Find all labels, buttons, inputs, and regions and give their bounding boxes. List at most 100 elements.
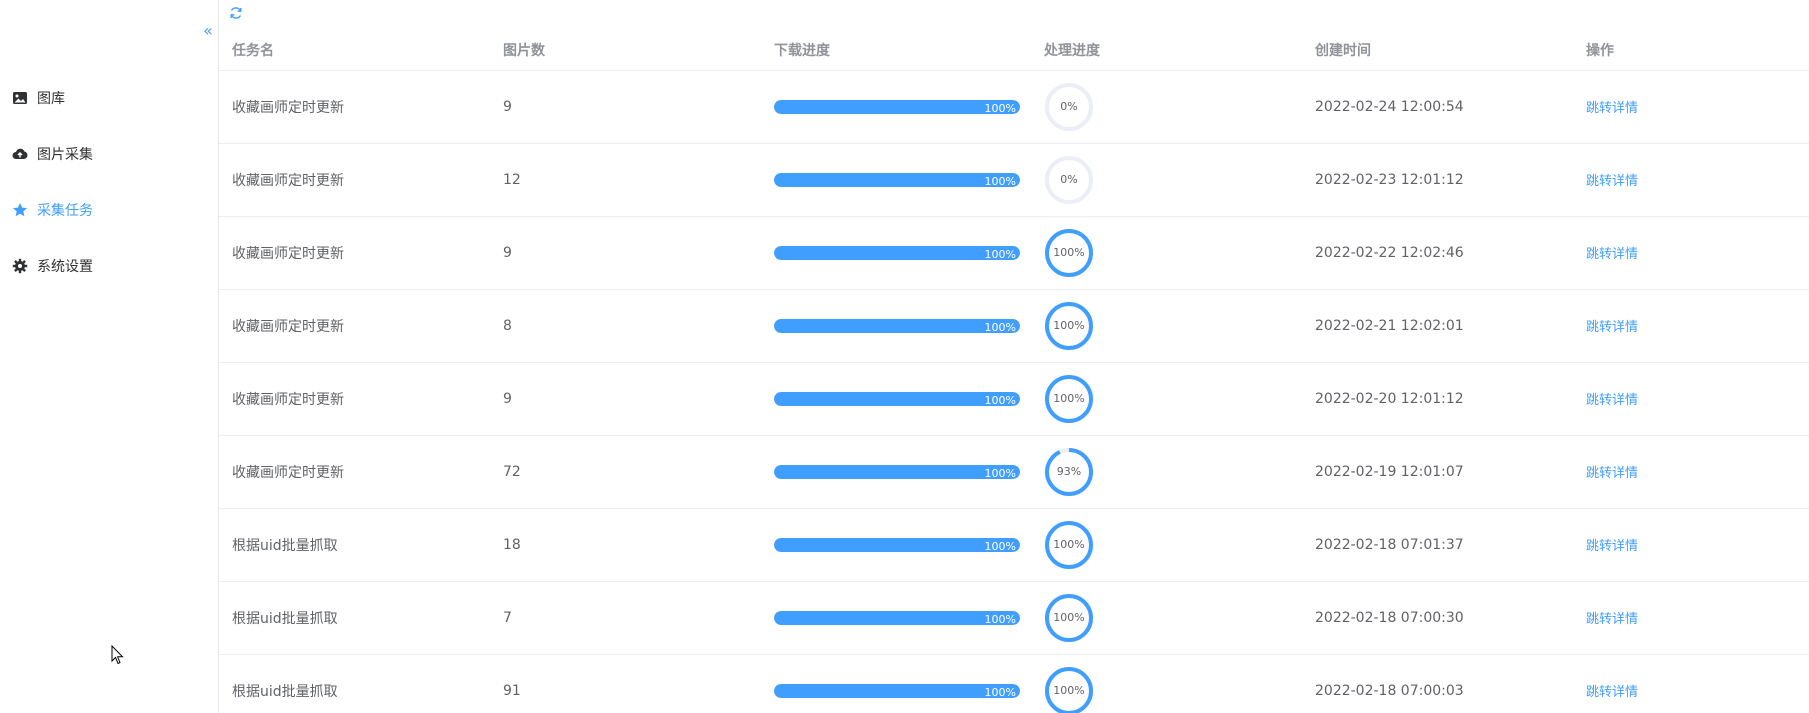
task-name-cell: 收藏画师定时更新: [219, 70, 490, 144]
download-progress-bar: 100%: [774, 683, 1020, 698]
download-progress-cell: 100%: [761, 581, 1031, 655]
download-progress-label: 100%: [984, 466, 1016, 479]
table-row: 收藏画师定时更新 9 100% 100% 2022-02-22 12:02:46 跳转详情: [219, 216, 1809, 290]
task-name-cell: 收藏画师定时更新: [219, 289, 490, 363]
sidebar-item-label: 图库: [37, 91, 65, 107]
download-progress-label: 100%: [984, 685, 1016, 698]
view-details-link[interactable]: 跳转详情: [1586, 320, 1638, 335]
image-count-cell: 8: [490, 289, 761, 363]
process-progress-cell: 100%: [1031, 289, 1302, 363]
image-count-cell: 9: [490, 70, 761, 144]
task-name-cell: 收藏画师定时更新: [219, 143, 490, 217]
process-progress-circle: 100%: [1044, 593, 1094, 643]
download-progress-fill: 100%: [774, 318, 1020, 333]
table-row: 根据uid批量抓取 18 100% 100% 2022-02-18 07:01:37 跳转…: [219, 508, 1809, 582]
column-header-image-count: 图片数: [490, 30, 761, 71]
table-row: 收藏画师定时更新 9 100% 0% 2022-02-24 12:00:54 跳转详情: [219, 70, 1809, 144]
sidebar-item-gallery[interactable]: 图库: [0, 70, 218, 126]
process-progress-circle: 100%: [1044, 666, 1094, 713]
view-details-link[interactable]: 跳转详情: [1586, 612, 1638, 627]
process-progress-label: 0%: [1060, 100, 1078, 113]
refresh-icon[interactable]: [229, 6, 243, 20]
created-time-cell: 2022-02-18 07:00:30: [1302, 581, 1573, 655]
mouse-cursor-icon: [111, 645, 124, 665]
download-progress-bar: 100%: [774, 99, 1020, 114]
cloud-upload-icon: [12, 146, 28, 162]
task-name-cell: 收藏画师定时更新: [219, 362, 490, 436]
table-row: 收藏画师定时更新 72 100% 93% 2022-02-19 12:01:07 跳转详情: [219, 435, 1809, 509]
process-progress-label: 100%: [1053, 538, 1085, 551]
process-progress-cell: 0%: [1031, 70, 1302, 144]
process-progress-cell: 100%: [1031, 362, 1302, 436]
download-progress-cell: 100%: [761, 362, 1031, 436]
process-progress-circle: 0%: [1044, 82, 1094, 132]
process-progress-circle: 93%: [1044, 447, 1094, 497]
view-details-link[interactable]: 跳转详情: [1586, 101, 1638, 116]
action-cell: 跳转详情: [1573, 216, 1809, 290]
download-progress-fill: 100%: [774, 245, 1020, 260]
column-header-download-progress: 下载进度: [761, 30, 1031, 71]
table-row: 收藏画师定时更新 9 100% 100% 2022-02-20 12:01:12 跳转详情: [219, 362, 1809, 436]
task-table: 任务名 图片数 下载进度 处理进度 创建时间 操作 收藏画师定时更新 9 100% 0…: [219, 30, 1809, 713]
view-details-link[interactable]: 跳转详情: [1586, 466, 1638, 481]
download-progress-fill: 100%: [774, 391, 1020, 406]
process-progress-cell: 100%: [1031, 654, 1302, 713]
created-time-cell: 2022-02-22 12:02:46: [1302, 216, 1573, 290]
process-progress-label: 0%: [1060, 173, 1078, 186]
process-progress-cell: 0%: [1031, 143, 1302, 217]
sidebar-item-collect-tasks[interactable]: 采集任务: [0, 182, 218, 238]
download-progress-label: 100%: [984, 101, 1016, 114]
download-progress-bar: 100%: [774, 537, 1020, 552]
process-progress-circle: 100%: [1044, 520, 1094, 570]
download-progress-bar: 100%: [774, 610, 1020, 625]
collapse-sidebar-icon[interactable]: «: [199, 22, 217, 40]
download-progress-bar: 100%: [774, 245, 1020, 260]
table-header: 任务名 图片数 下载进度 处理进度 创建时间 操作: [219, 30, 1809, 71]
table-body: 收藏画师定时更新 9 100% 0% 2022-02-24 12:00:54 跳转详情 收藏…: [219, 70, 1809, 713]
download-progress-bar: 100%: [774, 391, 1020, 406]
action-cell: 跳转详情: [1573, 581, 1809, 655]
download-progress-fill: 100%: [774, 537, 1020, 552]
process-progress-label: 100%: [1053, 246, 1085, 259]
image-count-cell: 12: [490, 143, 761, 217]
process-progress-circle: 0%: [1044, 155, 1094, 205]
process-progress-circle: 100%: [1044, 228, 1094, 278]
sidebar: « 图库 图片采集 采集任务 系统设置: [0, 0, 219, 713]
download-progress-fill: 100%: [774, 99, 1020, 114]
created-time-cell: 2022-02-18 07:00:03: [1302, 654, 1573, 713]
image-count-cell: 7: [490, 581, 761, 655]
main-content: 任务名 图片数 下载进度 处理进度 创建时间 操作 收藏画师定时更新 9 100% 0…: [219, 0, 1809, 713]
download-progress-fill: 100%: [774, 610, 1020, 625]
created-time-cell: 2022-02-18 07:01:37: [1302, 508, 1573, 582]
column-header-created-time: 创建时间: [1302, 30, 1573, 71]
view-details-link[interactable]: 跳转详情: [1586, 393, 1638, 408]
download-progress-label: 100%: [984, 247, 1016, 260]
image-count-cell: 9: [490, 362, 761, 436]
view-details-link[interactable]: 跳转详情: [1586, 247, 1638, 262]
image-icon: [12, 90, 28, 106]
view-details-link[interactable]: 跳转详情: [1586, 685, 1638, 700]
action-cell: 跳转详情: [1573, 654, 1809, 713]
process-progress-label: 100%: [1053, 319, 1085, 332]
sidebar-item-settings[interactable]: 系统设置: [0, 238, 218, 294]
image-count-cell: 91: [490, 654, 761, 713]
column-header-actions: 操作: [1573, 30, 1809, 71]
created-time-cell: 2022-02-21 12:02:01: [1302, 289, 1573, 363]
process-progress-label: 100%: [1053, 684, 1085, 697]
view-details-link[interactable]: 跳转详情: [1586, 539, 1638, 554]
download-progress-label: 100%: [984, 539, 1016, 552]
sidebar-item-label: 图片采集: [37, 147, 93, 163]
task-name-cell: 收藏画师定时更新: [219, 435, 490, 509]
download-progress-cell: 100%: [761, 654, 1031, 713]
download-progress-bar: 100%: [774, 318, 1020, 333]
download-progress-cell: 100%: [761, 143, 1031, 217]
download-progress-cell: 100%: [761, 70, 1031, 144]
table-row: 根据uid批量抓取 91 100% 100% 2022-02-18 07:00:03 跳转…: [219, 654, 1809, 713]
view-details-link[interactable]: 跳转详情: [1586, 174, 1638, 189]
sidebar-item-image-collect[interactable]: 图片采集: [0, 126, 218, 182]
column-header-task-name: 任务名: [219, 30, 490, 71]
image-count-cell: 18: [490, 508, 761, 582]
action-cell: 跳转详情: [1573, 362, 1809, 436]
star-icon: [12, 202, 28, 218]
download-progress-label: 100%: [984, 393, 1016, 406]
